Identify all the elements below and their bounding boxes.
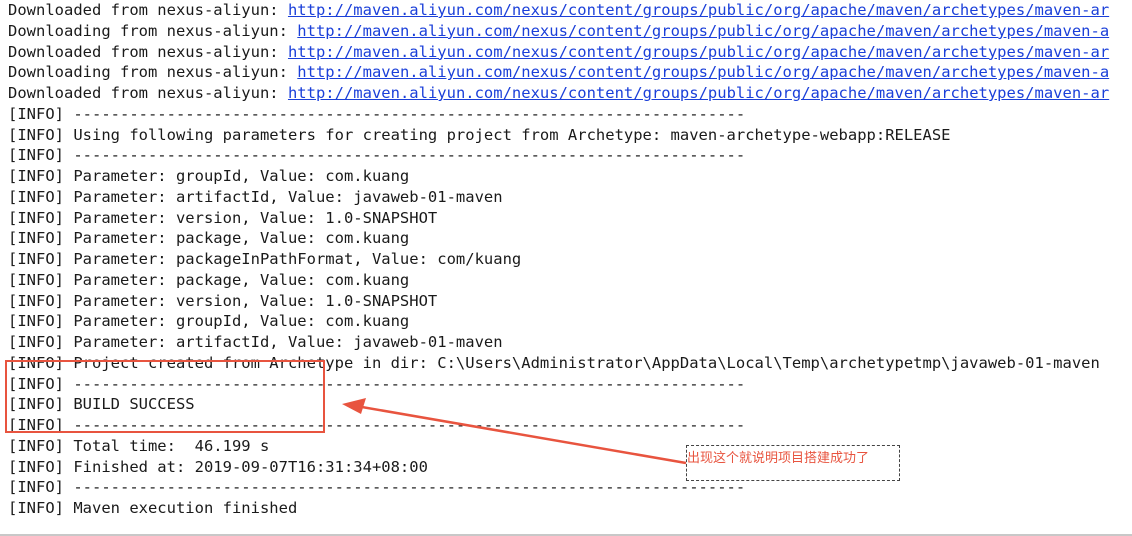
annotation-label-box: 出现这个就说明项目搭建成功了: [686, 445, 900, 481]
annotation-text: 出现这个就说明项目搭建成功了: [687, 451, 870, 466]
annotation-arrow: [342, 398, 687, 465]
